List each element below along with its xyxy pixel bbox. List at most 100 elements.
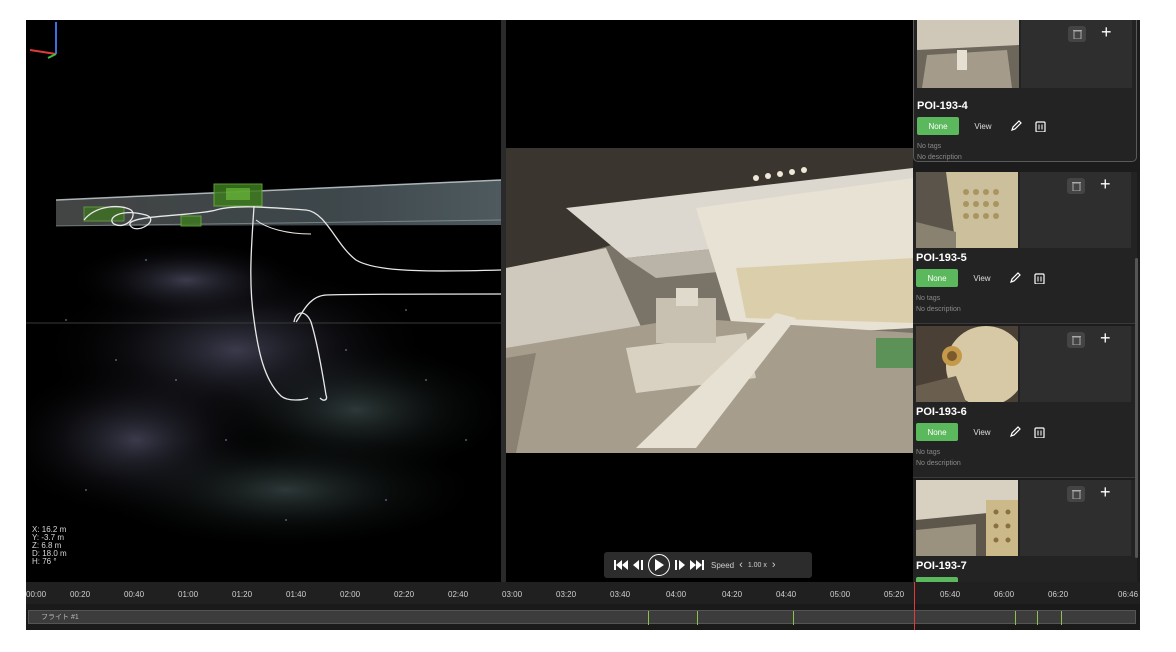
point-cloud-render: [26, 179, 501, 550]
speed-value: 1.00 x: [747, 561, 767, 569]
poi-tags: No tags: [916, 449, 941, 456]
timeline-tick-label: 04:00: [666, 590, 687, 599]
poi-title: POI-193-7: [916, 560, 967, 572]
timeline-tick-label: 01:40: [286, 590, 307, 599]
timeline-tick-label: 01:00: [178, 590, 199, 599]
poi-description: No description: [917, 154, 962, 161]
delete-button[interactable]: [1031, 117, 1049, 135]
poi-marker[interactable]: [648, 611, 649, 625]
axes-gizmo-icon: [29, 22, 57, 59]
skip-back-button[interactable]: [614, 560, 628, 570]
timeline-tick-label: 04:40: [776, 590, 797, 599]
timeline-tick-label: 03:00: [502, 590, 523, 599]
panorama-image: [506, 148, 913, 453]
timeline-tick-label: 02:00: [340, 590, 361, 599]
poi-marker[interactable]: [793, 611, 794, 625]
camera-coordinates: X: 16.2 m Y: -3.7 m Z: 6.8 m D: 18.0 m H…: [32, 526, 67, 566]
pencil-icon: [1011, 120, 1022, 131]
speed-label: Speed: [711, 560, 735, 570]
skip-forward-button[interactable]: [690, 560, 704, 570]
timeline-track[interactable]: フライト #1: [28, 610, 1136, 625]
step-forward-icon: [675, 560, 685, 570]
plus-icon[interactable]: +: [1101, 22, 1112, 42]
play-button[interactable]: [648, 554, 670, 576]
poi-meta: No tags No description: [916, 293, 961, 315]
none-button[interactable]: None: [916, 269, 958, 287]
timeline-tick-label: 03:40: [610, 590, 631, 599]
timeline-ruler[interactable]: 00:00 00:20 00:40 01:00 01:20 01:40 02:00 02:20…: [26, 582, 1140, 604]
step-back-button[interactable]: [633, 560, 643, 570]
poi-description: No description: [916, 460, 961, 467]
trash-icon: [1033, 427, 1045, 438]
edit-button[interactable]: [1007, 117, 1025, 135]
poi-thumbnail[interactable]: [917, 20, 1019, 88]
poi-title: POI-193-6: [916, 406, 967, 418]
skip-back-icon: [614, 560, 628, 570]
poi-card[interactable]: + POI-193-6 None View No tags No descrip…: [913, 326, 1137, 478]
poi-image-delete-button[interactable]: [1068, 26, 1086, 42]
play-icon: [655, 559, 664, 571]
delete-button[interactable]: [1030, 423, 1048, 441]
poi-image-delete-button[interactable]: [1067, 178, 1085, 194]
poi-card[interactable]: + POI-193-5 None View No tags No descrip…: [913, 172, 1137, 324]
trash-icon: [1072, 30, 1082, 39]
view-button[interactable]: View: [964, 269, 1000, 287]
step-forward-button[interactable]: [675, 560, 685, 570]
timeline-tick-label: 06:00: [994, 590, 1015, 599]
poi-thumbnail[interactable]: [916, 172, 1018, 248]
coord-h: H: 76 °: [32, 557, 57, 566]
poi-thumbnail[interactable]: [916, 480, 1018, 556]
timeline[interactable]: 00:00 00:20 00:40 01:00 01:20 01:40 02:00 02:20…: [26, 582, 1140, 630]
timeline-tick-label: 02:40: [448, 590, 469, 599]
timeline-tick-label: 00:20: [70, 590, 91, 599]
poi-card[interactable]: + POI-193-4 None View No tags No descrip…: [913, 20, 1137, 162]
skip-forward-icon: [690, 560, 704, 570]
poi-meta: No tags No description: [917, 141, 962, 163]
poi-tags: No tags: [917, 143, 942, 150]
poi-marker[interactable]: [1061, 611, 1062, 625]
none-button[interactable]: None: [916, 423, 958, 441]
poi-title: POI-193-5: [916, 252, 967, 264]
poi-marker[interactable]: [1037, 611, 1038, 625]
trash-icon: [1033, 273, 1045, 284]
pencil-icon: [1010, 426, 1021, 437]
plus-icon[interactable]: +: [1100, 328, 1111, 348]
panorama-viewer[interactable]: Speed ‹ 1.00 x ›: [506, 20, 913, 582]
plus-icon[interactable]: +: [1100, 482, 1111, 502]
pencil-icon: [1010, 272, 1021, 283]
timeline-tick-label: 02:20: [394, 590, 415, 599]
timeline-tick-label: 06:46: [1118, 590, 1139, 599]
timeline-tick-label: 05:00: [830, 590, 851, 599]
poi-marker[interactable]: [1015, 611, 1016, 625]
step-back-icon: [633, 560, 643, 570]
view-button[interactable]: View: [965, 117, 1001, 135]
timeline-tick-label: 05:40: [940, 590, 961, 599]
speed-increase-button[interactable]: ›: [772, 559, 776, 571]
track-label: フライト #1: [41, 614, 79, 621]
poi-image-delete-button[interactable]: [1067, 332, 1085, 348]
plus-icon[interactable]: +: [1100, 174, 1111, 194]
poi-marker[interactable]: [697, 611, 698, 625]
app-window: X: 16.2 m Y: -3.7 m Z: 6.8 m D: 18.0 m H…: [26, 20, 1140, 630]
speed-decrease-button[interactable]: ‹: [739, 559, 743, 571]
poi-thumbnail[interactable]: [916, 326, 1018, 402]
poi-tags: No tags: [916, 295, 941, 302]
poi-image-delete-button[interactable]: [1067, 486, 1085, 502]
timeline-tick-label: 01:20: [232, 590, 253, 599]
timeline-tick-label: 06:20: [1048, 590, 1069, 599]
poi-title: POI-193-4: [917, 100, 968, 112]
edit-button[interactable]: [1006, 269, 1024, 287]
trash-icon: [1071, 182, 1081, 191]
point-cloud-viewer[interactable]: X: 16.2 m Y: -3.7 m Z: 6.8 m D: 18.0 m H…: [26, 20, 501, 582]
poi-card[interactable]: + POI-193-7 None: [913, 480, 1137, 582]
view-button[interactable]: View: [964, 423, 1000, 441]
trash-icon: [1071, 336, 1081, 345]
poi-scrollbar[interactable]: [1135, 258, 1138, 558]
delete-button[interactable]: [1030, 269, 1048, 287]
poi-meta: No tags No description: [916, 447, 961, 469]
edit-button[interactable]: [1006, 423, 1024, 441]
playhead[interactable]: [914, 582, 915, 630]
timeline-tick-label: 00:40: [124, 590, 145, 599]
timeline-tick-label: 05:20: [884, 590, 905, 599]
none-button[interactable]: None: [917, 117, 959, 135]
